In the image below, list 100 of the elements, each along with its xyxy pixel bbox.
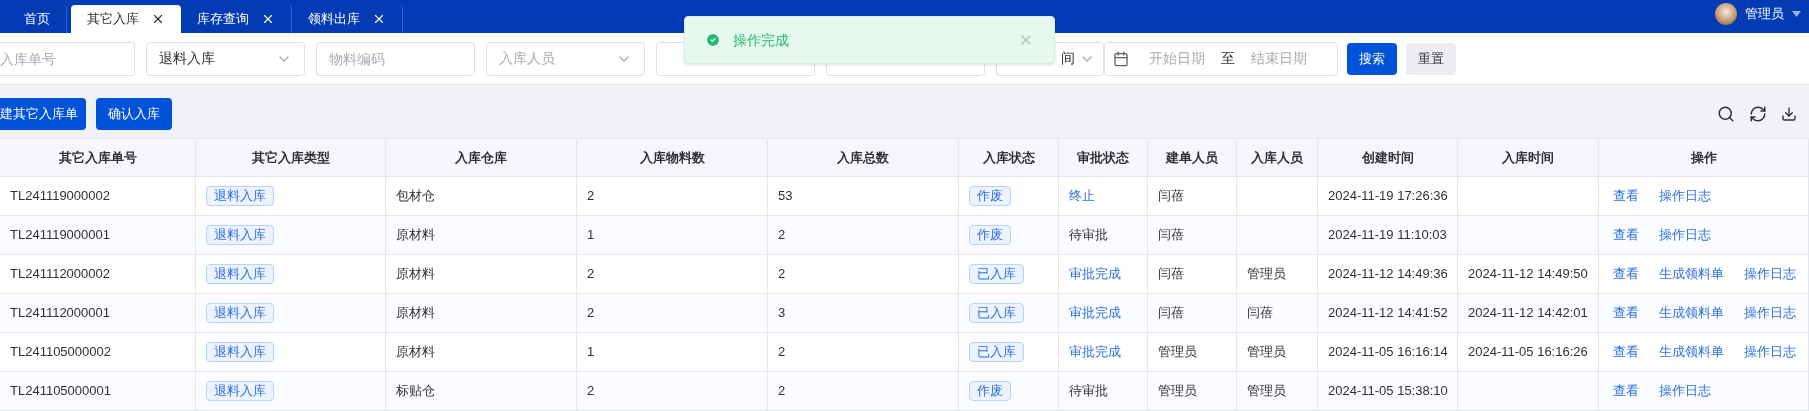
action-link[interactable]: 生成领料单 [1659, 342, 1724, 362]
avatar[interactable] [1715, 3, 1737, 25]
order-number: TL241112000002 [10, 265, 110, 284]
total-count: 53 [778, 187, 793, 206]
approval-status-link[interactable]: 终止 [1069, 186, 1095, 206]
received-time: 2024-11-12 14:49:50 [1468, 265, 1588, 284]
action-link[interactable]: 查看 [1613, 381, 1639, 401]
action-link[interactable]: 操作日志 [1744, 303, 1796, 323]
status-tag: 退料入库 [206, 303, 274, 323]
item-count: 2 [587, 304, 595, 323]
total-count: 2 [778, 343, 786, 362]
text-field[interactable]: 物料编码 [316, 41, 475, 76]
text-field[interactable]: 入库单号 [0, 41, 135, 76]
receiver-name: 管理员 [1247, 382, 1286, 401]
search-button[interactable]: 搜索 [1347, 42, 1397, 75]
item-count: 2 [587, 187, 595, 206]
action-link[interactable]: 生成领料单 [1659, 303, 1724, 323]
download-icon[interactable] [1781, 105, 1797, 122]
received-time: 2024-11-12 14:42:01 [1468, 304, 1588, 323]
status-tag: 退料入库 [206, 186, 274, 206]
action-link[interactable]: 操作日志 [1659, 225, 1711, 245]
order-number: TL241112000001 [10, 304, 110, 323]
toast-message: 操作完成 [733, 30, 790, 50]
status-tag: 已入库 [969, 342, 1024, 362]
search-icon[interactable] [1717, 104, 1735, 123]
approval-status-link[interactable]: 审批完成 [1069, 264, 1121, 284]
column-header: 审批状态 [1059, 139, 1148, 176]
action-link[interactable]: 查看 [1613, 342, 1639, 362]
creator-name: 闫蓓 [1158, 265, 1184, 284]
action-link[interactable]: 操作日志 [1659, 381, 1711, 401]
action-link[interactable]: 查看 [1613, 264, 1639, 284]
start-date-placeholder: 开始日期 [1149, 49, 1205, 68]
creator-name: 管理员 [1158, 382, 1197, 401]
approval-status: 待审批 [1069, 382, 1108, 401]
receiver-name: 闫蓓 [1247, 304, 1273, 323]
order-number: TL241105000002 [10, 343, 111, 362]
order-number: TL241105000001 [10, 382, 111, 401]
created-time: 2024-11-05 16:16:14 [1328, 343, 1448, 362]
column-header: 操作 [1599, 139, 1809, 176]
total-count: 2 [778, 226, 786, 245]
order-number: TL241119000001 [10, 226, 110, 245]
created-time: 2024-11-19 17:26:36 [1328, 187, 1448, 206]
close-icon[interactable] [261, 12, 275, 26]
received-time: 2024-11-05 16:16:26 [1468, 343, 1588, 362]
item-count: 1 [587, 226, 595, 245]
action-link[interactable]: 查看 [1613, 225, 1639, 245]
tab[interactable]: 其它入库 [71, 5, 181, 33]
status-tag: 作废 [969, 186, 1011, 206]
user-name[interactable]: 管理员 [1745, 4, 1784, 24]
column-header: 入库物料数 [577, 139, 768, 176]
close-icon[interactable] [151, 12, 165, 26]
action-link[interactable]: 查看 [1613, 303, 1639, 323]
column-header: 创建时间 [1318, 139, 1458, 176]
status-tag: 退料入库 [206, 381, 274, 401]
column-header: 入库总数 [768, 139, 959, 176]
creator-name: 管理员 [1158, 343, 1197, 362]
warehouse: 原材料 [396, 265, 435, 284]
total-count: 2 [778, 265, 786, 284]
creator-name: 闫蓓 [1158, 304, 1184, 323]
column-header: 入库仓库 [386, 139, 577, 176]
confirm-button[interactable]: 确认入库 [96, 97, 172, 130]
column-header: 入库时间 [1458, 139, 1599, 176]
action-link[interactable]: 查看 [1613, 186, 1639, 206]
creator-name: 闫蓓 [1158, 226, 1184, 245]
success-icon [705, 32, 721, 48]
status-tag: 退料入库 [206, 225, 274, 245]
select-field[interactable]: 退料入库 [146, 41, 305, 76]
status-tag: 作废 [969, 225, 1011, 245]
warehouse: 包材仓 [396, 187, 435, 206]
order-number: TL241119000002 [10, 187, 110, 206]
close-icon[interactable] [372, 12, 386, 26]
column-header: 入库人员 [1237, 139, 1318, 176]
item-count: 2 [587, 382, 595, 401]
warehouse: 原材料 [396, 226, 435, 245]
create-button[interactable]: 建其它入库单 [0, 97, 86, 130]
action-link[interactable]: 生成领料单 [1659, 264, 1724, 284]
total-count: 2 [778, 382, 786, 401]
receiver-name: 管理员 [1247, 343, 1286, 362]
refresh-icon[interactable] [1749, 104, 1767, 123]
warehouse: 标贴仓 [396, 382, 435, 401]
approval-status-link[interactable]: 审批完成 [1069, 342, 1121, 362]
warehouse: 原材料 [396, 343, 435, 362]
receiver-name: 管理员 [1247, 265, 1286, 284]
warehouse: 原材料 [396, 304, 435, 323]
creator-name: 闫蓓 [1158, 187, 1184, 206]
column-header: 其它入库单号 [0, 139, 196, 176]
action-link[interactable]: 操作日志 [1744, 264, 1796, 284]
caret-down-icon [1792, 11, 1801, 17]
date-range-field[interactable]: 开始日期 至 结束日期 [1104, 41, 1338, 76]
status-tag: 已入库 [969, 303, 1024, 323]
approval-status-link[interactable]: 审批完成 [1069, 303, 1121, 323]
action-link[interactable]: 操作日志 [1659, 186, 1711, 206]
column-header: 入库状态 [959, 139, 1059, 176]
created-time: 2024-11-19 11:10:03 [1328, 226, 1447, 245]
reset-button[interactable]: 重置 [1406, 42, 1456, 75]
action-link[interactable]: 操作日志 [1744, 342, 1796, 362]
status-tag: 退料入库 [206, 264, 274, 284]
status-tag: 作废 [969, 381, 1011, 401]
end-date-placeholder: 结束日期 [1251, 49, 1307, 68]
created-time: 2024-11-12 14:41:52 [1328, 304, 1448, 323]
